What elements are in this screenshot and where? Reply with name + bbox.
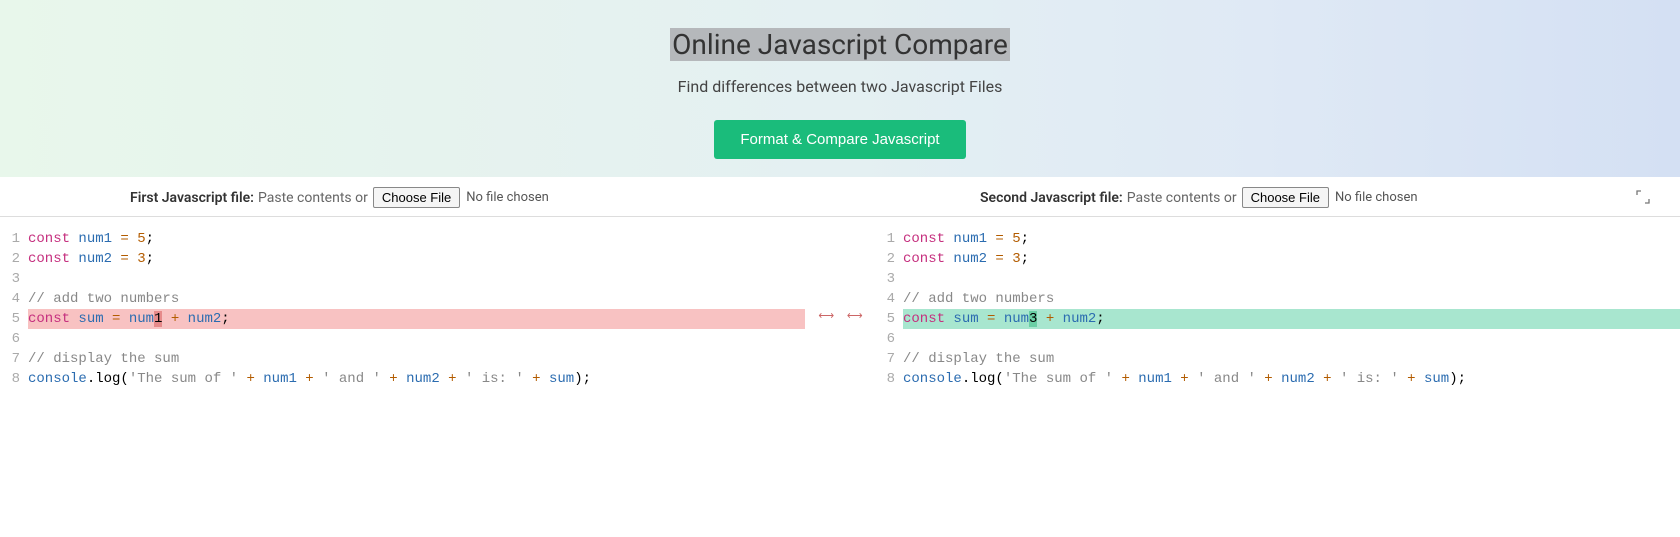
compare-button[interactable]: Format & Compare Javascript [714,120,965,159]
code-line[interactable]: 1const num1 = 5; [0,229,805,249]
diff-container: 1const num1 = 5; 2const num2 = 3; 34// a… [0,217,1680,389]
line-content: const sum = num3 + num2; [903,309,1680,329]
page-title: Online Javascript Compare [670,28,1010,61]
no-file-right: No file chosen [1335,190,1418,205]
diff-gutter: ⟷ ⟷ [805,217,875,389]
code-line[interactable]: 2const num2 = 3; [875,249,1680,269]
file-section-right: Second Javascript file: Paste contents o… [830,187,1680,208]
line-content [903,329,1680,349]
line-content: console.log('The sum of ' + num1 + ' and… [903,369,1680,389]
line-number: 5 [875,309,903,329]
no-file-left: No file chosen [466,190,549,205]
code-line[interactable]: 3 [0,269,805,289]
line-number: 3 [0,269,28,289]
file-instruction-left: Paste contents or [258,190,368,206]
code-line[interactable]: 8console.log('The sum of ' + num1 + ' an… [875,369,1680,389]
code-line[interactable]: 6 [875,329,1680,349]
file-section-left: First Javascript file: Paste contents or… [0,187,830,208]
line-number: 5 [0,309,28,329]
line-number: 8 [875,369,903,389]
line-content: // display the sum [28,349,805,369]
line-content: const num2 = 3; [903,249,1680,269]
file-bar: First Javascript file: Paste contents or… [0,177,1680,217]
line-content [28,329,805,349]
code-line[interactable]: 5const sum = num3 + num2; [875,309,1680,329]
line-number: 8 [0,369,28,389]
line-content [903,269,1680,289]
line-number: 4 [0,289,28,309]
code-line[interactable]: 1const num1 = 5; [875,229,1680,249]
code-line[interactable]: 3 [875,269,1680,289]
line-number: 6 [0,329,28,349]
line-number: 2 [875,249,903,269]
line-number: 2 [0,249,28,269]
code-line[interactable]: 4// add two numbers [875,289,1680,309]
code-line[interactable]: 8console.log('The sum of ' + num1 + ' an… [0,369,805,389]
choose-file-button-left[interactable]: Choose File [373,187,460,208]
line-number: 4 [875,289,903,309]
line-content: const num1 = 5; [28,229,805,249]
line-number: 7 [875,349,903,369]
line-content: const num2 = 3; [28,249,805,269]
line-number: 7 [0,349,28,369]
code-line[interactable]: 7// display the sum [0,349,805,369]
code-line[interactable]: 2const num2 = 3; [0,249,805,269]
page-subtitle: Find differences between two Javascript … [0,77,1680,96]
code-line[interactable]: 6 [0,329,805,349]
code-panel-right[interactable]: 1const num1 = 5; 2const num2 = 3; 34// a… [875,217,1680,389]
header-section: Online Javascript Compare Find differenc… [0,0,1680,177]
file-instruction-right: Paste contents or [1127,190,1237,206]
line-content: const sum = num1 + num2; [28,309,805,329]
line-number: 1 [0,229,28,249]
line-content: // display the sum [903,349,1680,369]
line-content: const num1 = 5; [903,229,1680,249]
file-label-left: First Javascript file: [130,190,254,206]
line-content: // add two numbers [903,289,1680,309]
code-line[interactable]: 4// add two numbers [0,289,805,309]
code-line[interactable]: 7// display the sum [875,349,1680,369]
file-label-right: Second Javascript file: [980,190,1123,206]
line-content [28,269,805,289]
line-number: 3 [875,269,903,289]
line-content: // add two numbers [28,289,805,309]
choose-file-button-right[interactable]: Choose File [1242,187,1329,208]
expand-icon[interactable] [1636,189,1650,208]
code-line[interactable]: 5const sum = num1 + num2; [0,309,805,329]
line-content: console.log('The sum of ' + num1 + ' and… [28,369,805,389]
line-number: 6 [875,329,903,349]
line-number: 1 [875,229,903,249]
code-panel-left[interactable]: 1const num1 = 5; 2const num2 = 3; 34// a… [0,217,805,389]
diff-marker-icon: ⟷ ⟷ [805,309,875,322]
